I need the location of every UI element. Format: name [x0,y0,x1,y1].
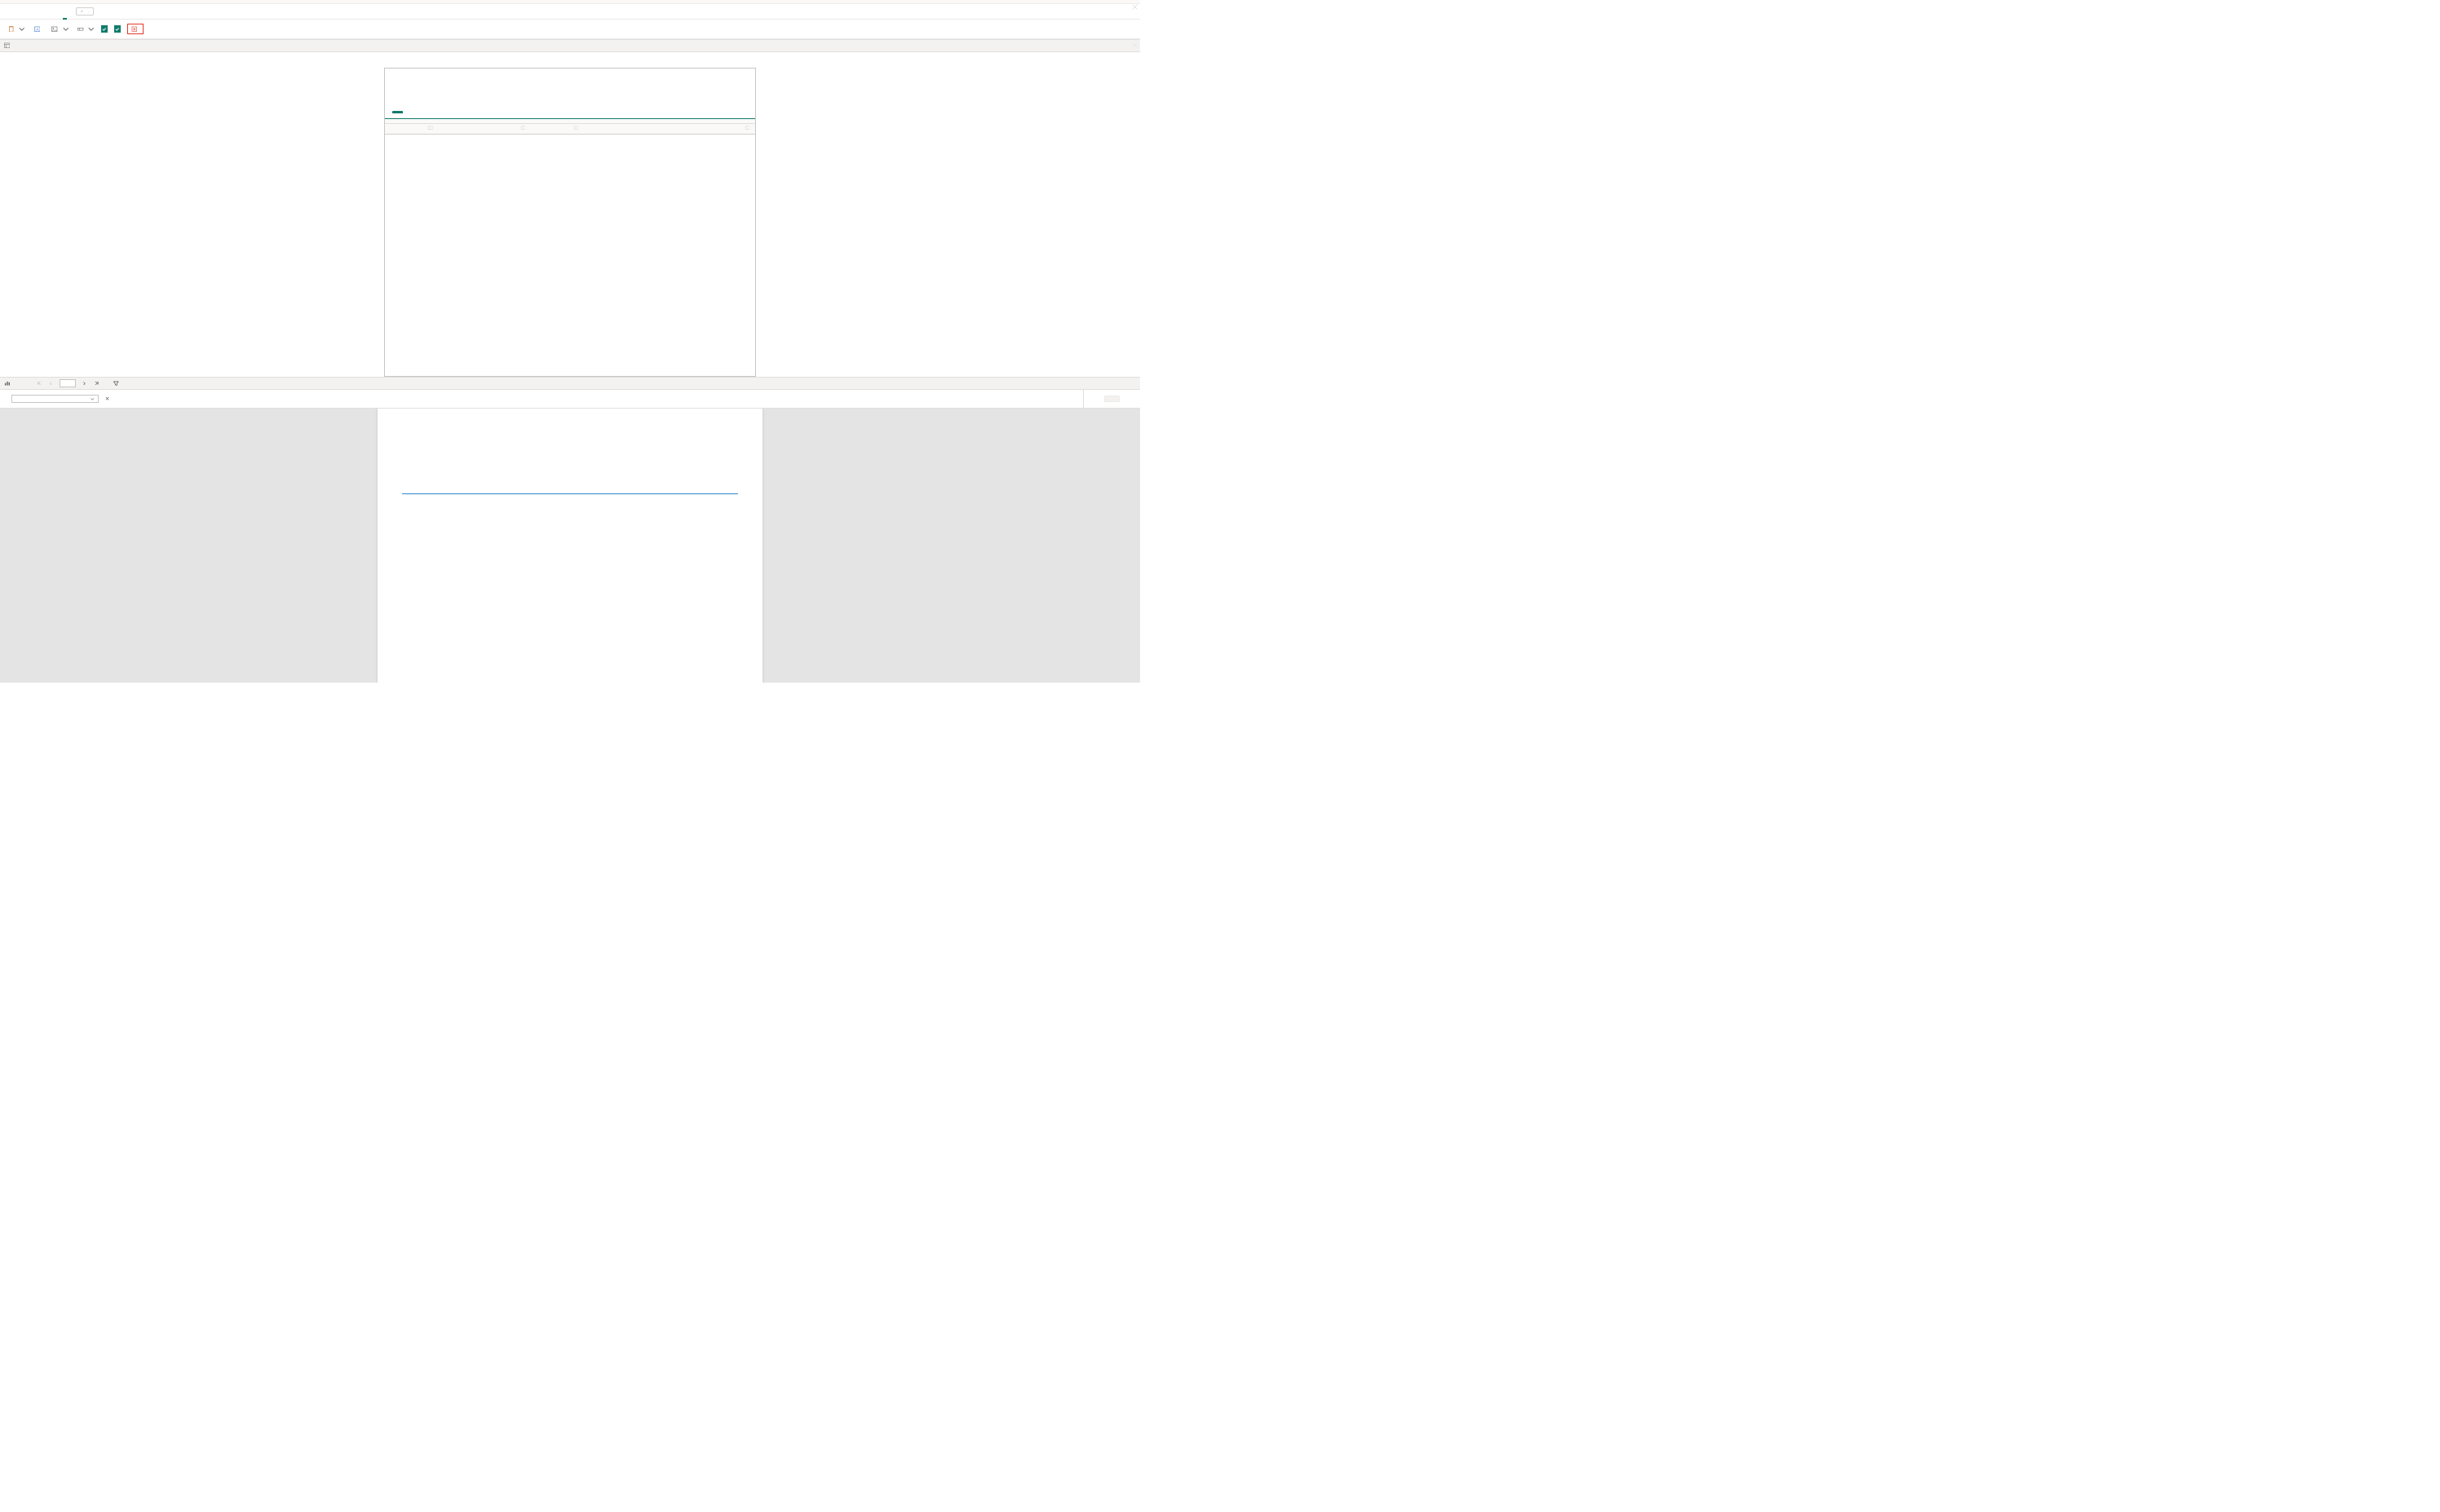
close-header-button[interactable] [127,24,144,34]
pencil-icon [81,10,83,12]
report-col-category [484,489,574,493]
header-band[interactable] [385,118,755,135]
clear-param-button[interactable]: ✕ [105,396,109,402]
header-badge [392,111,403,114]
param-state-dropdown[interactable] [11,395,99,403]
prev-page-button[interactable] [47,379,55,387]
parameters-button[interactable] [113,381,121,387]
menu-tabs [0,4,1140,20]
tab-home[interactable] [17,3,31,20]
expand-handle-icon[interactable] [1131,3,1138,12]
report-col-state [402,489,484,493]
chevron-down-icon [19,26,24,32]
parameter-bar: ✕ [0,390,1140,408]
textbox-icon: A [34,26,40,32]
design-body-area[interactable] [385,135,755,199]
tab-view[interactable] [30,3,44,20]
tab-file[interactable] [3,3,17,20]
svg-text:A: A [36,27,39,31]
field-chip-icon [521,126,526,130]
last-page-button[interactable] [93,379,100,387]
report-col-opp [573,489,655,493]
expand-handle-icon[interactable] [1131,42,1138,49]
checkbox-checked-icon [101,25,108,32]
show-last-page-checkbox[interactable] [114,25,122,32]
textbox-button[interactable]: A [32,24,45,33]
tab-header[interactable] [58,3,72,20]
chevron-down-icon [91,397,95,401]
chart-icon [4,380,10,386]
chevron-down-icon [88,26,94,32]
mode-button[interactable] [76,7,94,15]
field-chip-state[interactable] [428,126,434,130]
field-chip-forecast[interactable] [745,126,751,130]
first-page-button[interactable] [35,379,42,387]
editor-icon [4,42,10,48]
field-chip-opp[interactable] [574,126,580,130]
filter-icon [113,381,119,387]
design-table[interactable] [385,119,755,134]
chevron-down-icon [63,26,69,32]
image-button[interactable] [50,24,71,33]
header-doc-icon [8,26,14,32]
show-first-page-checkbox[interactable] [101,25,109,32]
editor-canvas[interactable] [0,52,1140,376]
preview-page [378,409,762,683]
view-report-panel [1083,390,1140,407]
view-report-button[interactable] [1104,396,1120,402]
design-page[interactable] [384,68,756,376]
field-chip-icon [574,126,579,130]
header-button[interactable] [6,24,27,33]
editor-section-header [0,39,1140,53]
close-icon [131,26,137,32]
field-icon [77,26,83,32]
checkbox-checked-icon [114,25,121,32]
field-chip-icon [428,126,433,130]
report-table [402,489,737,494]
page-number-input[interactable] [60,379,77,387]
image-icon [51,26,57,32]
preview-section-header [0,377,1140,391]
next-page-button[interactable] [81,379,88,387]
field-chip-category[interactable] [521,126,527,130]
preview-canvas[interactable] [0,409,1140,683]
ribbon-toolbar: A [0,20,1140,38]
field-button[interactable] [75,24,96,33]
tab-insert[interactable] [44,3,58,20]
chevron-down-icon [88,10,89,14]
report-col-forecast [656,489,738,493]
pager [35,379,100,387]
field-chip-icon [745,126,750,130]
